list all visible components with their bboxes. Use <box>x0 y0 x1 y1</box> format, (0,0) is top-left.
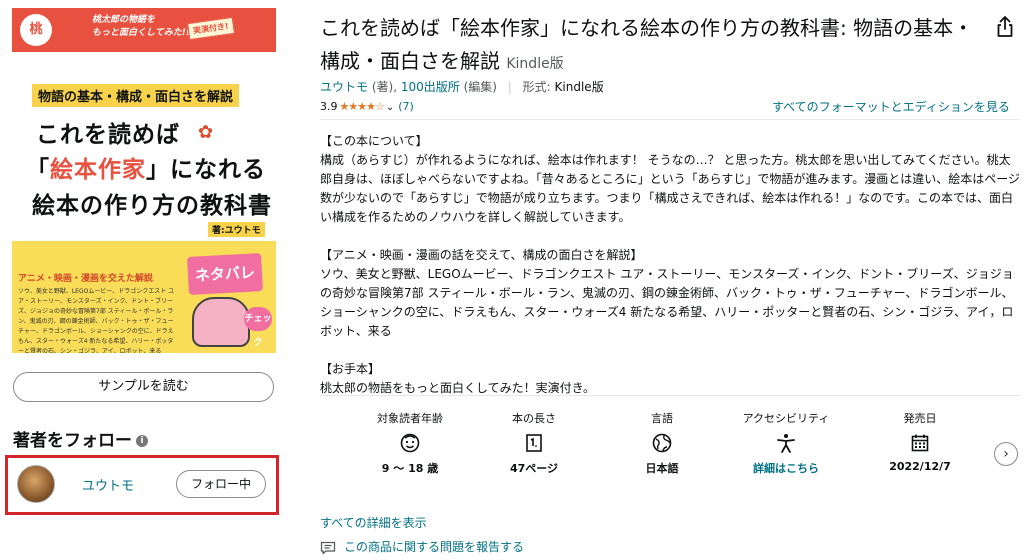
cover-author: 著:ユウトモ <box>208 222 265 237</box>
description-heading: 【アニメ・映画・漫画の話を交えて、構成の面白さを解説】 <box>320 248 643 262</box>
attribute-label: 言語 <box>651 412 673 425</box>
cover-banner-line2: もっと面白くしてみた!! <box>92 28 190 38</box>
flower-icon: ✿ <box>198 122 214 143</box>
attribute-label: アクセシビリティ <box>742 412 830 425</box>
page-icon <box>474 426 594 460</box>
avatar[interactable] <box>17 465 55 503</box>
following-button[interactable]: フォロー中 <box>176 470 266 498</box>
info-icon[interactable]: i <box>136 435 148 447</box>
description-paragraph: ソウ、美女と野獣、LEGOムービー、ドラゴンクエスト ユア・ストーリー、モンスタ… <box>320 267 1014 338</box>
cover-title-line2: 「絵本作家」になれる <box>26 150 266 184</box>
product-format-label: Kindle版 <box>506 56 564 72</box>
report-issue-text[interactable]: この商品に関する問題を報告する <box>344 540 524 554</box>
rating-value: 3.9 <box>320 100 338 113</box>
cover-title-bracket-close: 」になれる <box>146 157 266 183</box>
author-follow-card: ユウトモ フォロー中 <box>5 455 279 515</box>
accessibility-details-link[interactable]: 詳細はこちら <box>726 460 846 476</box>
description-paragraph: 構成（あらすじ）が作れるようになれば、絵本は作れます！ そうなの…？ と思った方… <box>320 153 1020 224</box>
cover-title-line3: 絵本の作り方の教科書 <box>32 193 272 219</box>
cover-bottom-panel: アニメ・映画・漫画を交えた解説 ソウ、美女と野獣、LEGOムービー、ドラゴンクエ… <box>12 241 276 353</box>
accessibility-icon <box>726 426 846 460</box>
calendar-icon <box>860 426 980 460</box>
chevron-right-icon: › <box>1003 446 1009 462</box>
cover-bottom-text: ソウ、美女と野獣、LEGOムービー、ドラゴンクエスト ユア・ストーリー、モンスタ… <box>18 288 175 353</box>
mouse-illustration <box>192 297 250 347</box>
product-title: これを読めば「絵本作家」になれる絵本の作り方の教科書: 物語の基本・構成・面白さ… <box>320 12 990 81</box>
carousel-next-button[interactable]: › <box>994 442 1018 466</box>
comment-icon <box>320 541 336 554</box>
divider <box>320 395 1020 396</box>
book-description: 【この本について】 構成（あらすじ）が作れるようになれば、絵本は作れます！ そう… <box>320 132 1020 398</box>
report-issue-link[interactable]: この商品に関する問題を報告する <box>320 538 524 555</box>
cover-check-label: チェック <box>244 307 272 348</box>
attribute-label: 対象読者年齢 <box>377 412 443 425</box>
cover-bottom-title: アニメ・映画・漫画を交えた解説 <box>18 274 153 284</box>
all-details-link[interactable]: すべての詳細を表示 <box>320 514 427 531</box>
format-value: Kindle版 <box>554 80 604 94</box>
rating-count-link[interactable]: (7) <box>398 100 414 113</box>
all-formats-link[interactable]: すべてのフォーマットとエディションを見る <box>772 98 1010 115</box>
attribute-label: 本の長さ <box>512 412 556 425</box>
cover-banner: 桃 桃太郎の物語を もっと面白くしてみた!! 実演付き! <box>12 8 276 52</box>
attribute-language: 言語 日本語 <box>602 410 722 476</box>
description-heading: 【お手本】 <box>320 362 381 376</box>
cover-banner-badge: 実演付き! <box>187 16 235 41</box>
attribute-value: 47ページ <box>509 462 559 475</box>
cover-subtitle: 物語の基本・構成・面白さを解説 <box>32 84 240 107</box>
book-cover-image[interactable]: 桃 桃太郎の物語を もっと面白くしてみた!! 実演付き! 物語の基本・構成・面白… <box>12 8 276 353</box>
read-sample-button[interactable]: サンプルを読む <box>13 372 274 402</box>
attribute-release-date: 発売日 2022/12/7 <box>860 410 980 473</box>
divider <box>320 119 1020 120</box>
attribute-label: 発売日 <box>903 412 937 425</box>
byline-divider: | <box>507 80 512 94</box>
attribute-value: 9 ～ 18 歳 <box>381 462 439 475</box>
author-link[interactable]: ユウトモ <box>320 80 368 94</box>
follow-author-heading-text: 著者をフォロー <box>13 431 132 451</box>
rating-summary[interactable]: 3.9 ★★★★☆ ⌄ (7) <box>320 100 414 113</box>
format-label: 形式: <box>522 80 551 94</box>
byline: ユウトモ (著), 100出版所 (編集) | 形式: Kindle版 <box>320 78 604 95</box>
cover-title-line1: これを読めば <box>36 122 180 148</box>
publisher-link[interactable]: 100出版所 <box>401 80 460 94</box>
cover-spoiler-label: ネタバレ <box>187 253 263 295</box>
author-role: (著), <box>371 80 398 94</box>
cover-logo-icon: 桃 <box>20 14 52 46</box>
attribute-value: 2022/12/7 <box>889 460 951 473</box>
follow-author-heading: 著者をフォロー i <box>13 426 148 451</box>
cover-banner-text: 桃太郎の物語を もっと面白くしてみた!! <box>92 14 190 40</box>
attribute-accessibility[interactable]: アクセシビリティ 詳細はこちら <box>726 410 846 476</box>
description-heading: 【この本について】 <box>320 134 428 148</box>
attribute-length: 本の長さ 47ページ <box>474 410 594 476</box>
chevron-down-icon[interactable]: ⌄ <box>386 102 394 113</box>
face-icon <box>350 426 470 460</box>
cover-title-bracket-open: 「 <box>26 157 50 183</box>
publisher-role: (編集) <box>463 80 497 94</box>
globe-icon <box>602 426 722 460</box>
product-attributes-carousel: 対象読者年齢 9 ～ 18 歳 本の長さ 47ページ 言語 日本語 アクセシビリ… <box>350 410 980 490</box>
attribute-reading-age: 対象読者年齢 9 ～ 18 歳 <box>350 410 470 476</box>
share-icon[interactable] <box>992 14 1018 40</box>
cover-banner-line1: 桃太郎の物語を <box>92 15 156 25</box>
product-title-text: これを読めば「絵本作家」になれる絵本の作り方の教科書: 物語の基本・構成・面白さ… <box>320 16 974 73</box>
star-rating-icon: ★★★★☆ <box>339 100 385 113</box>
attribute-value: 日本語 <box>645 462 679 475</box>
cover-title-highlight: 絵本作家 <box>50 157 146 183</box>
author-name-link[interactable]: ユウトモ <box>82 475 134 494</box>
